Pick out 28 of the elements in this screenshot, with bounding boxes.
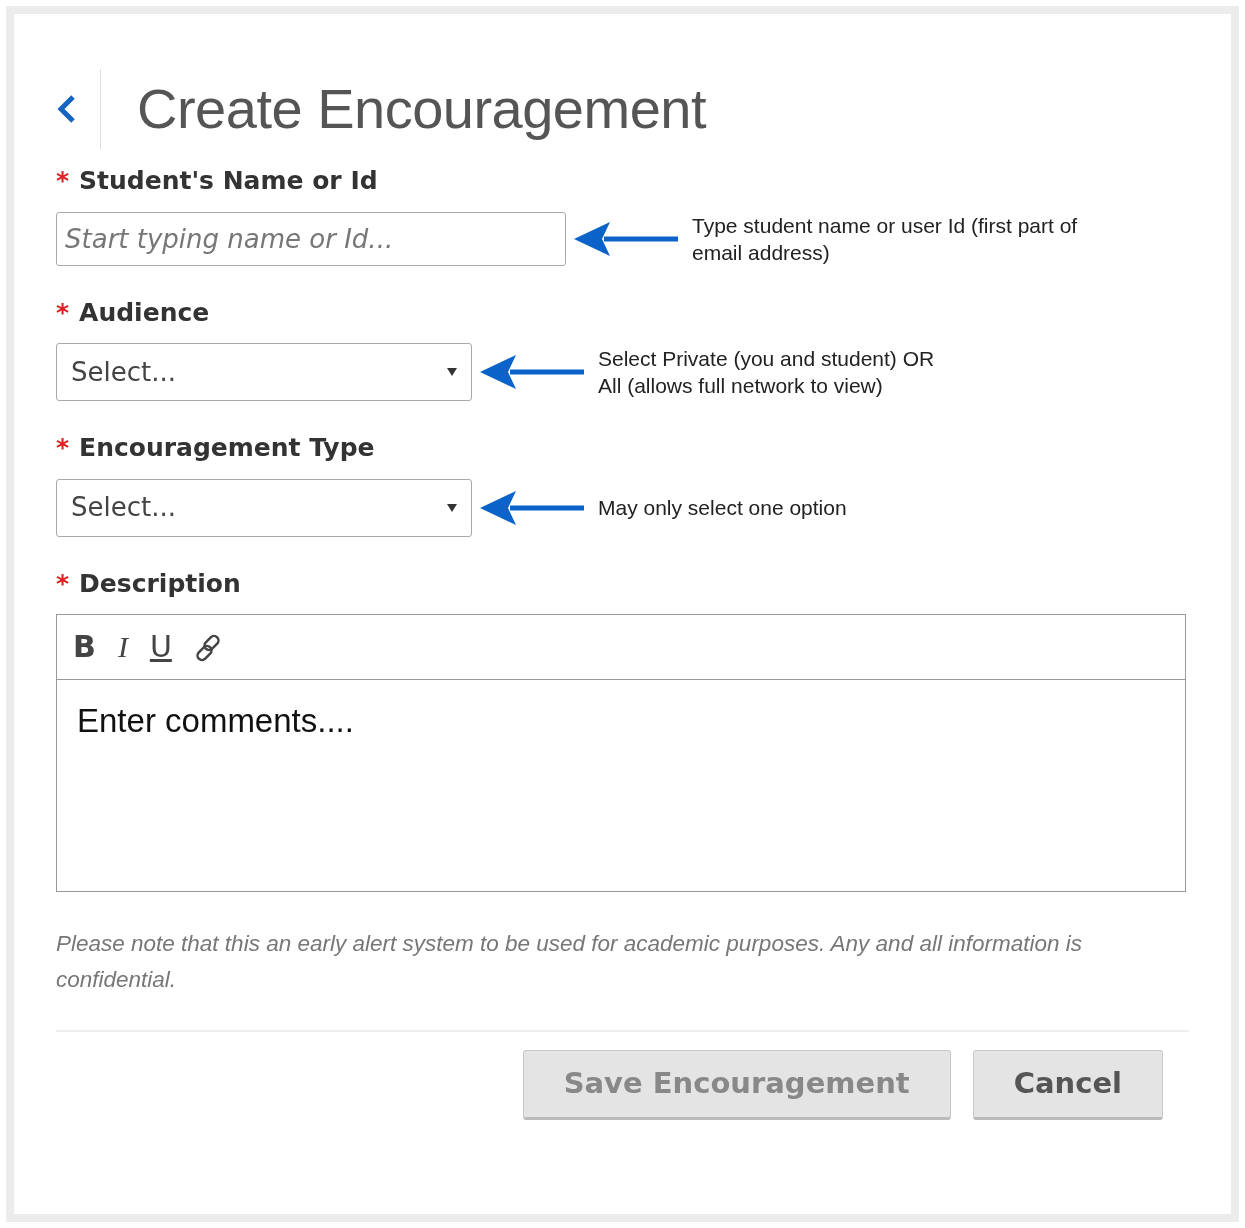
arrow-icon: [574, 221, 678, 256]
back-button[interactable]: [56, 69, 101, 149]
field-label: Encouragement Type: [79, 432, 375, 464]
cancel-button[interactable]: Cancel: [972, 1050, 1163, 1120]
field-label: Audience: [79, 296, 210, 329]
field-label: Student's Name or Id: [79, 165, 378, 197]
required-asterisk: *: [56, 165, 70, 197]
caret-icon: [447, 368, 457, 376]
required-asterisk: *: [56, 296, 70, 329]
chevron-left-icon: [56, 94, 78, 124]
select-dropdown[interactable]: Select...: [56, 478, 472, 537]
underline-button[interactable]: U: [145, 632, 176, 662]
field-label: Description: [79, 567, 241, 600]
hint-text: Type student name or user Id (first part of email address): [692, 212, 1078, 266]
arrow-icon: [480, 355, 584, 389]
disclaimer-text: Please note that this an early alert system to be used for academic purposes. Any and all information is confidential.: [56, 930, 1083, 994]
required-asterisk: *: [56, 432, 70, 464]
page-title: Create Encouragement: [137, 76, 706, 143]
italic-button[interactable]: I: [113, 632, 132, 662]
name-input-field[interactable]: Start typing name or Id...: [56, 211, 566, 266]
arrow-icon: [480, 490, 584, 525]
bold-button[interactable]: B: [69, 632, 100, 662]
select-dropdown[interactable]: Select...: [56, 343, 472, 401]
comments-field[interactable]: Enter comments....: [56, 679, 1186, 892]
caret-icon: [447, 503, 457, 512]
hint-text: Select Private (you and student) OR All (allows full network to view): [598, 346, 935, 399]
required-asterisk: *: [56, 567, 70, 600]
hint-text: May only select one option: [598, 495, 847, 521]
